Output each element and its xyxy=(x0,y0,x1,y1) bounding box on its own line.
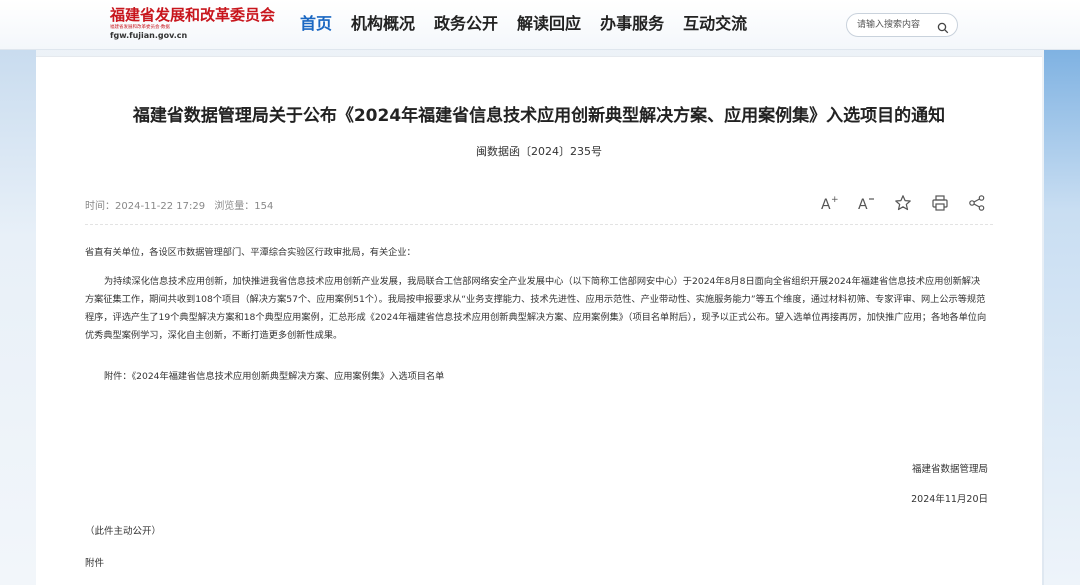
signature-org: 福建省数据管理局 xyxy=(911,464,988,475)
print-icon[interactable] xyxy=(931,194,953,214)
search-icon[interactable] xyxy=(937,19,949,34)
nav-home[interactable]: 首页 xyxy=(300,12,332,38)
nav-services[interactable]: 办事服务 xyxy=(600,12,664,38)
meta-divider xyxy=(85,224,993,225)
font-decrease-icon[interactable]: A xyxy=(857,194,879,214)
site-logo[interactable]: 福建省发展和改革委员会 福建省发展和改革委员会·数据 fgw.fujian.go… xyxy=(110,6,290,46)
publish-time: 时间：2024-11-22 17:29 xyxy=(85,201,206,212)
attachment-link[interactable]: 附件：《2024年福建省信息技术应用创新典型解决方案、应用案例集》入选项目名单 xyxy=(104,368,444,386)
article-body: 为持续深化信息技术应用创新，加快推进我省信息技术应用创新产业发展，我局联合工信部… xyxy=(85,276,987,341)
site-header: 福建省发展和改革委员会 福建省发展和改革委员会·数据 fgw.fujian.go… xyxy=(0,0,1080,50)
star-icon[interactable] xyxy=(894,194,916,214)
search-box xyxy=(846,13,958,37)
font-increase-icon[interactable]: A + xyxy=(820,194,842,214)
logo-subtitle: 福建省发展和改革委员会·数据 xyxy=(110,24,170,30)
left-decoration xyxy=(0,50,36,585)
right-decoration xyxy=(1044,50,1080,585)
search-input[interactable] xyxy=(857,18,937,32)
article-meta: 时间：2024-11-22 17:29 浏览量：154 xyxy=(85,197,279,212)
greeting: 省直有关单位，各设区市数据管理部门、平潭综合实验区行政审批局，有关企业： xyxy=(85,247,416,258)
nav-interaction[interactable]: 互动交流 xyxy=(683,12,747,38)
nav-about[interactable]: 机构概况 xyxy=(351,12,415,38)
logo-title: 福建省发展和改革委员会 xyxy=(110,6,276,24)
public-note: （此件主动公开） xyxy=(85,526,162,537)
view-count: 浏览量：154 xyxy=(214,201,274,212)
nav-gov-info[interactable]: 政务公开 xyxy=(434,12,498,38)
signature-date: 2024年11月20日 xyxy=(911,494,988,505)
document-number: 闽数据函〔2024〕235号 xyxy=(476,145,602,158)
svg-text:A: A xyxy=(858,197,868,212)
attachment-heading: 附件 xyxy=(85,558,105,569)
logo-url: fgw.fujian.gov.cn xyxy=(110,31,188,40)
svg-text:A: A xyxy=(821,197,831,212)
article-tools: A + A xyxy=(820,194,1005,214)
share-icon[interactable] xyxy=(968,194,990,214)
article-card: 福建省数据管理局关于公布《2024年福建省信息技术应用创新典型解决方案、应用案例… xyxy=(36,56,1042,585)
nav-interpretation[interactable]: 解读回应 xyxy=(517,12,581,38)
main-nav: 首页 机构概况 政务公开 解读回应 办事服务 互动交流 xyxy=(300,12,766,38)
article-title: 福建省数据管理局关于公布《2024年福建省信息技术应用创新典型解决方案、应用案例… xyxy=(132,106,946,126)
svg-text:+: + xyxy=(831,195,838,205)
